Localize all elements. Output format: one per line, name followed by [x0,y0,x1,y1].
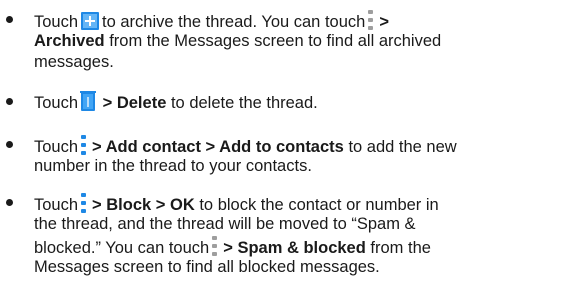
text-run: > Delete [102,94,167,112]
text-run: to add the new [348,138,457,156]
archive-icon [81,12,100,30]
text-run: to archive the thread. You can touch [102,13,366,31]
text-run: > Add contact > Add to contacts [92,138,344,156]
text-run: Touch [34,138,79,156]
trash-icon [80,91,97,111]
overflow-menu-icon [368,10,374,30]
overflow-menu-icon [212,236,218,256]
bullet [6,98,13,105]
bullet [6,199,13,206]
text-run: Messages screen to find all blocked mess… [34,258,380,276]
list-item-line: Archived from the Messages screen to fin… [34,31,441,51]
list-item-line: Touch > Delete to delete the thread. [34,91,318,113]
text-run: to block the contact or number in [199,196,439,214]
overflow-menu-icon [81,135,87,155]
list-item-line: number in the thread to your contacts. [34,156,312,176]
text-run: blocked.” You can touch [34,239,210,257]
bullet [6,141,13,148]
list-item-line: Touch > Block > OK to block the contact o… [34,193,439,215]
text-run: > Spam & blocked [223,239,366,257]
text-run: Archived [34,32,105,50]
list-item-line: Touch > Add contact > Add to contacts to … [34,135,457,157]
text-run: number in the thread to your contacts. [34,157,312,175]
list-item-line: blocked.” You can touch > Spam & blocked … [34,236,431,258]
text-run: from the Messages screen to find all arc… [109,32,442,50]
text-run: Touch [34,94,79,112]
text-run: from the [370,239,431,257]
text-run: to delete the thread. [170,94,318,112]
list-item-line: messages. [34,52,114,72]
text-run: the thread, and the thread will be moved… [34,215,416,233]
text-run: messages. [34,53,114,71]
text-run: > Block > OK [92,196,195,214]
overflow-menu-icon [81,193,87,213]
list-item-line: the thread, and the thread will be moved… [34,214,416,234]
list-item-line: Messages screen to find all blocked mess… [34,257,380,277]
bullet [6,16,13,23]
text-run: Touch [34,13,79,31]
list-item-line: Touch to archive the thread. You can touc… [34,10,389,32]
text-run: > [379,13,389,31]
text-run: Touch [34,196,79,214]
instruction-list: Touch to archive the thread. You can touc… [0,0,562,284]
